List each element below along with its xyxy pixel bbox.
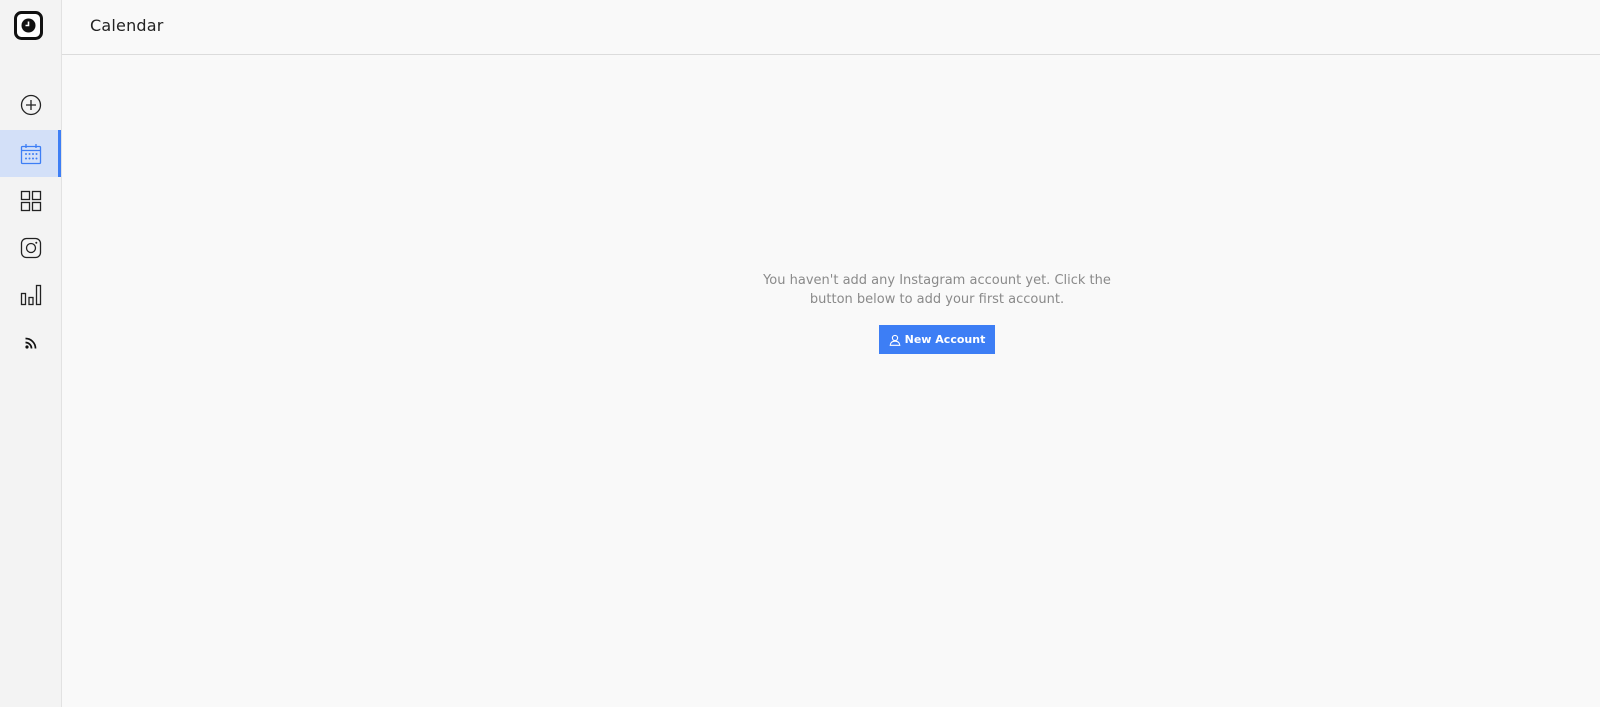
empty-state: You haven't add any Instagram account ye… <box>742 271 1132 354</box>
new-account-button-label: New Account <box>904 333 986 346</box>
new-account-button[interactable]: New Account <box>878 325 996 354</box>
grid-icon <box>20 190 41 211</box>
sidebar-item-calendar[interactable] <box>0 130 61 177</box>
bar-chart-icon <box>20 284 41 305</box>
top-bar: Calendar <box>62 0 1600 55</box>
sidebar-item-instagram[interactable] <box>0 224 61 271</box>
main-content: You haven't add any Instagram account ye… <box>62 55 1600 707</box>
sidebar-item-rss[interactable] <box>0 319 61 366</box>
empty-state-message: You haven't add any Instagram account ye… <box>763 273 1111 307</box>
clock-logo-icon[interactable] <box>14 11 43 40</box>
user-icon <box>889 334 901 346</box>
app-window: Calendar You haven't add any Instagram a… <box>0 0 1600 707</box>
calendar-icon <box>20 143 41 164</box>
instagram-icon <box>20 237 41 258</box>
plus-circle-icon <box>20 94 41 115</box>
page-title: Calendar <box>90 16 164 35</box>
sidebar <box>0 0 62 707</box>
sidebar-item-analytics[interactable] <box>0 271 61 318</box>
rss-icon <box>24 337 36 349</box>
sidebar-item-new-post[interactable] <box>0 81 61 128</box>
sidebar-item-dashboard[interactable] <box>0 177 61 224</box>
